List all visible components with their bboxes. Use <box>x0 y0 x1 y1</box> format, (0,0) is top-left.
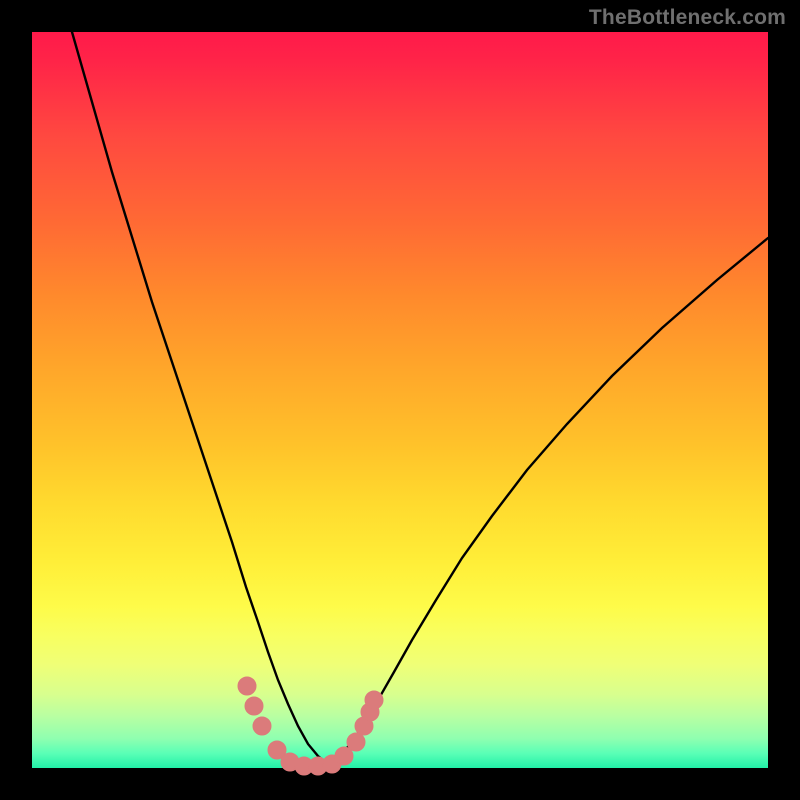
valley-marker <box>347 733 365 751</box>
chart-frame: TheBottleneck.com <box>0 0 800 800</box>
left-curve <box>72 32 328 764</box>
valley-marker <box>365 691 383 709</box>
valley-marker <box>335 747 353 765</box>
right-curve <box>328 238 768 764</box>
valley-marker <box>238 677 256 695</box>
watermark-text: TheBottleneck.com <box>589 6 786 30</box>
valley-markers <box>238 677 383 775</box>
curves-svg <box>32 32 768 768</box>
plot-area <box>32 32 768 768</box>
valley-marker <box>245 697 263 715</box>
valley-marker <box>253 717 271 735</box>
